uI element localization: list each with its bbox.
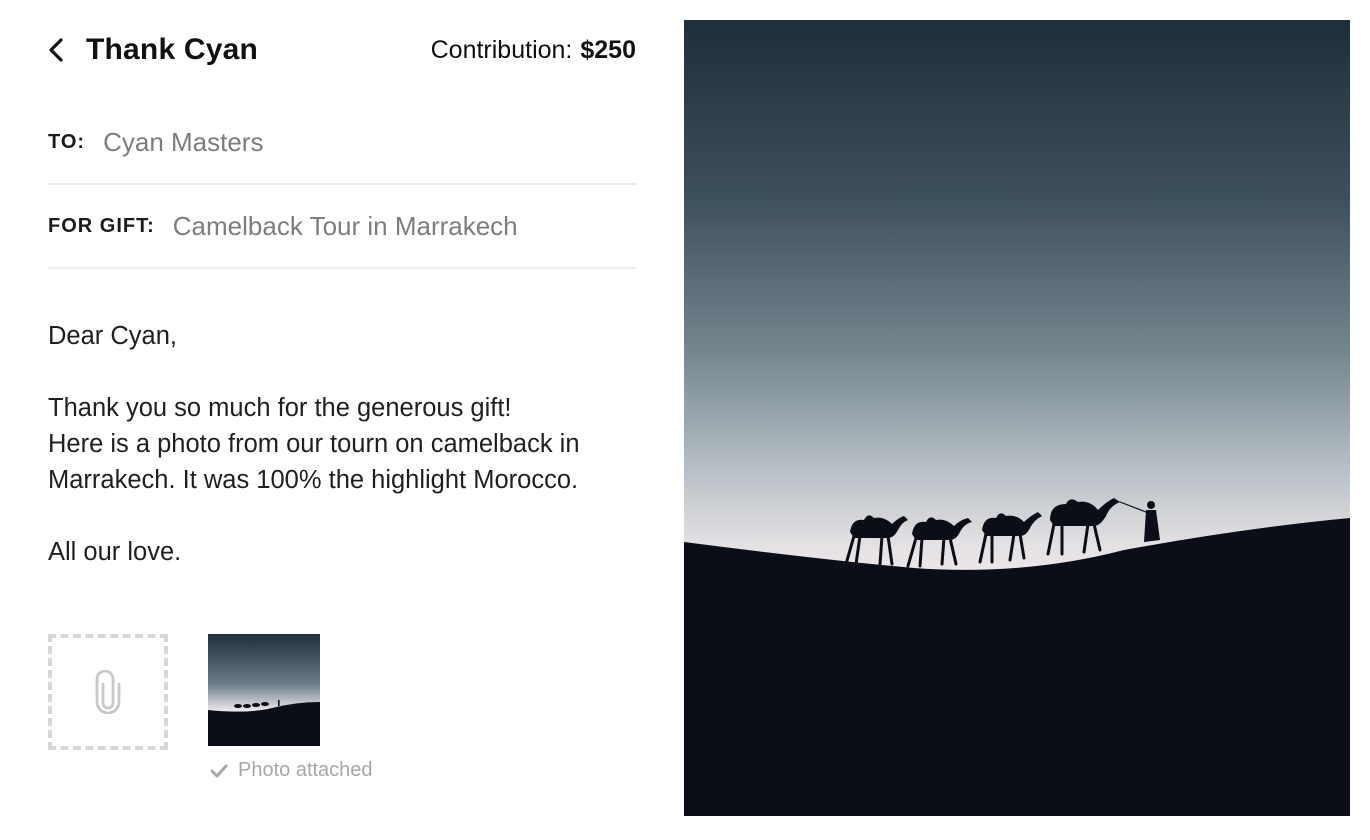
contribution-label: Contribution: xyxy=(430,35,573,64)
message-line: Here is a photo from our tourn on camelb… xyxy=(48,430,580,458)
compose-panel: Thank Cyan Contribution: $250 TO: Cyan Ma… xyxy=(0,0,684,840)
contribution: Contribution: $250 xyxy=(431,36,636,65)
recipient-value: Cyan Masters xyxy=(103,126,264,157)
page-title: Thank Cyan xyxy=(86,33,259,66)
attached-photo-thumbnail[interactable] xyxy=(208,634,320,746)
gift-label: FOR GIFT: xyxy=(48,214,155,237)
checkmark-icon xyxy=(210,764,228,778)
message-line: Thank you so much for the generous gift! xyxy=(48,394,512,422)
add-attachment-button[interactable] xyxy=(48,634,168,750)
attachment-status: Photo attached xyxy=(210,759,373,782)
contribution-amount: $250 xyxy=(580,35,636,64)
paperclip-icon xyxy=(95,670,121,714)
message-greeting: Dear Cyan, xyxy=(48,322,177,350)
attachment-status-text: Photo attached xyxy=(238,759,373,781)
header: Thank Cyan Contribution: $250 xyxy=(48,28,636,72)
message-closing: All our love. xyxy=(48,538,182,566)
message-body[interactable]: Dear Cyan, Thank you so much for the gen… xyxy=(48,318,648,570)
gift-field[interactable]: FOR GIFT: Camelback Tour in Marrakech xyxy=(48,185,636,269)
chevron-left-icon xyxy=(49,38,63,62)
photo-preview xyxy=(684,20,1350,816)
to-field[interactable]: TO: Cyan Masters xyxy=(48,101,636,185)
message-line: Marrakech. It was 100% the highlight Mor… xyxy=(48,466,579,494)
to-label: TO: xyxy=(48,130,86,153)
back-button[interactable] xyxy=(48,36,70,64)
gift-value: Camelback Tour in Marrakech xyxy=(172,210,518,241)
